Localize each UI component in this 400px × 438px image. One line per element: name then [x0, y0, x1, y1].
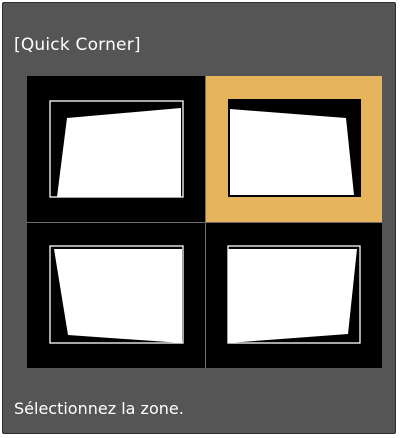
status-message: Sélectionnez la zone.	[14, 399, 184, 418]
keystone-bottom-right-icon	[227, 245, 361, 344]
keystone-top-right-icon	[230, 109, 354, 195]
zone-bottom-left[interactable]	[27, 223, 205, 368]
zone-bottom-right[interactable]	[206, 223, 382, 368]
keystone-top-left-icon	[49, 100, 184, 198]
keystone-bottom-left-icon	[49, 245, 184, 344]
zone-top-right[interactable]	[206, 76, 382, 222]
dialog-title: [Quick Corner]	[14, 35, 141, 55]
zone-selection-grid	[27, 76, 382, 368]
zone-top-left[interactable]	[27, 76, 205, 222]
quick-corner-dialog: [Quick Corner] Sélectionnez la zone.	[2, 2, 396, 434]
grid-horizontal-divider	[27, 222, 382, 223]
